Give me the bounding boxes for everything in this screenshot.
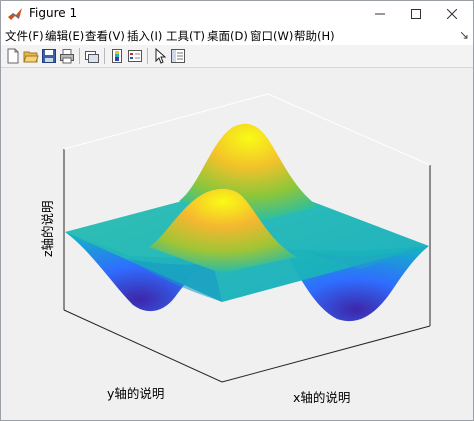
matlab-icon [8,8,22,20]
menu-view[interactable]: 查看(V) [85,28,125,44]
menu-bar: 文件(F) 编辑(E) 查看(V) 插入(I) 工具(T) 桌面(D) 窗口(W… [1,27,473,45]
menu-help[interactable]: 帮助(H) [294,28,335,44]
menu-tools[interactable]: 工具(T) [166,28,205,44]
print-icon[interactable] [59,48,75,64]
close-icon [447,9,457,19]
property-inspector-icon[interactable] [170,48,186,64]
x-axis-label: x轴的说明 [293,390,351,405]
figure-window: Figure 1 文件(F) 编辑(E) 查看(V) 插入(I) 工具(T) 桌… [0,0,474,421]
menu-window[interactable]: 窗口(W) [250,28,293,44]
surface-plot[interactable] [1,68,473,420]
dock-arrow-icon[interactable]: ↘ [459,28,469,42]
open-file-icon[interactable] [23,48,39,64]
z-axis-label: z轴的说明 [40,200,55,257]
y-axis-label: y轴的说明 [107,386,165,401]
edit-plot-icon[interactable] [152,48,168,64]
menu-desktop[interactable]: 桌面(D) [207,28,248,44]
menu-insert[interactable]: 插入(I) [127,28,162,44]
toolbar-separator [79,48,80,64]
new-figure-icon[interactable] [5,48,21,64]
figure-canvas[interactable] [1,68,473,420]
window-title: Figure 1 [29,6,78,20]
save-icon[interactable] [41,48,57,64]
title-bar[interactable]: Figure 1 [1,1,473,27]
insert-legend-icon[interactable] [127,48,143,64]
toolbar-separator [147,48,148,64]
menu-file[interactable]: 文件(F) [5,28,44,44]
menu-edit[interactable]: 编辑(E) [45,28,84,44]
minimize-icon [375,13,385,15]
close-button[interactable] [429,1,474,27]
maximize-icon [411,9,421,19]
link-plot-icon[interactable] [84,48,100,64]
insert-colorbar-icon[interactable] [109,48,125,64]
toolbar-separator [104,48,105,64]
toolbar [1,45,473,68]
